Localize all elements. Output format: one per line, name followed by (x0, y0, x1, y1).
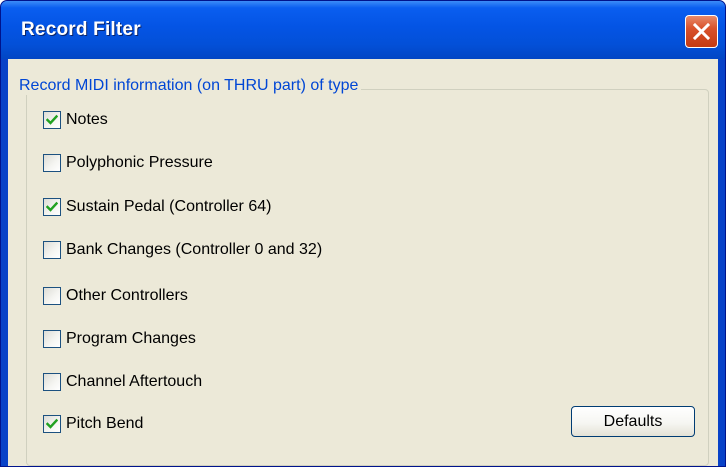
check-mark-icon (46, 418, 58, 429)
checkbox-box[interactable] (43, 373, 61, 391)
window-title: Record Filter (21, 19, 141, 40)
defaults-button[interactable]: Defaults (571, 406, 695, 437)
checkbox-program-changes[interactable]: Program Changes (43, 328, 196, 350)
record-filter-dialog: Record Filter Record MIDI information (o… (0, 0, 726, 467)
checkbox-box[interactable] (43, 111, 61, 129)
groupbox-legend: Record MIDI information (on THRU part) o… (16, 77, 362, 95)
close-button[interactable] (685, 15, 718, 48)
check-mark-icon (46, 201, 58, 212)
checkbox-sustain-pedal[interactable]: Sustain Pedal (Controller 64) (43, 196, 271, 218)
checkbox-label: Bank Changes (Controller 0 and 32) (66, 241, 323, 258)
checkbox-pitch-bend[interactable]: Pitch Bend (43, 413, 143, 435)
checkbox-box[interactable] (43, 154, 61, 172)
checkbox-box[interactable] (43, 198, 61, 216)
checkbox-label: Sustain Pedal (Controller 64) (66, 198, 272, 215)
check-mark-icon (46, 114, 58, 125)
checkbox-polyphonic-pressure[interactable]: Polyphonic Pressure (43, 152, 213, 174)
title-bar[interactable]: Record Filter (1, 1, 725, 59)
checkbox-box[interactable] (43, 330, 61, 348)
checkbox-channel-aftertouch[interactable]: Channel Aftertouch (43, 371, 202, 393)
checkbox-notes[interactable]: Notes (43, 109, 108, 131)
checkbox-label: Pitch Bend (66, 415, 144, 432)
checkbox-label: Notes (66, 111, 108, 128)
checkbox-label: Channel Aftertouch (66, 373, 203, 390)
checkbox-bank-changes[interactable]: Bank Changes (Controller 0 and 32) (43, 239, 322, 261)
checkbox-label: Other Controllers (66, 287, 188, 304)
checkbox-box[interactable] (43, 241, 61, 259)
checkbox-other-controllers[interactable]: Other Controllers (43, 285, 188, 307)
checkbox-label: Program Changes (66, 330, 196, 347)
checkbox-box[interactable] (43, 287, 61, 305)
checkbox-label: Polyphonic Pressure (66, 154, 213, 171)
dialog-body: Record MIDI information (on THRU part) o… (8, 59, 718, 466)
checkbox-box[interactable] (43, 415, 61, 433)
close-icon (693, 23, 710, 40)
